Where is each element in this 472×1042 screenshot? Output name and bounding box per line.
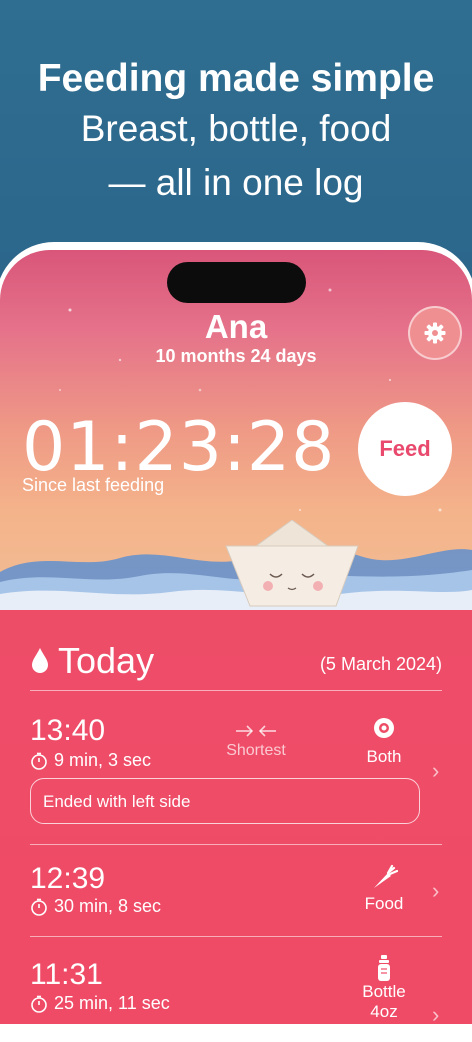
entry-duration-text: 9 min, 3 sec: [54, 750, 152, 770]
promo-headline: Feeding made simple Breast, bottle, food…: [0, 56, 472, 210]
feed-button[interactable]: Feed: [358, 402, 452, 496]
feeding-log-panel: Today (5 March 2024) 13:40 9 min, 3 sec: [0, 610, 472, 1024]
entry-type: Food: [364, 894, 404, 913]
entry-type: Both: [366, 747, 402, 766]
arrows-inward-icon: [236, 725, 276, 737]
paper-boat-illustration: [0, 520, 472, 612]
settings-button[interactable]: [408, 306, 462, 360]
timer-caption: Since last feeding: [22, 475, 165, 495]
baby-name: Ana: [204, 308, 268, 345]
entry-note[interactable]: Ended with left side: [30, 778, 420, 824]
chevron-right-icon: ›: [432, 758, 440, 783]
stopwatch-icon: [31, 898, 47, 916]
entry-duration: 30 min, 8 sec: [30, 896, 161, 917]
drop-icon: [32, 648, 48, 673]
stopwatch-icon: [31, 752, 47, 770]
entry-duration-text: 30 min, 8 sec: [54, 896, 162, 916]
stopwatch-icon: [31, 995, 47, 1013]
chevron-right-icon: ›: [432, 1002, 440, 1024]
carrot-icon: [374, 864, 398, 888]
divider: [30, 690, 442, 691]
target-icon: [374, 718, 394, 738]
promo-line-2: — all in one log: [108, 162, 364, 203]
chevron-right-icon: ›: [432, 878, 440, 903]
entry-amount: 4oz: [370, 1002, 398, 1021]
dynamic-island: [167, 262, 306, 303]
divider: [30, 936, 442, 937]
app-screen: Ana 10 months 24 days 01:23:28 Since las…: [0, 250, 472, 1024]
promo-line-1: Breast, bottle, food: [80, 108, 392, 149]
bottle-icon: [378, 955, 390, 981]
today-header: Today (5 March 2024): [30, 640, 442, 681]
entry-duration: 25 min, 11 sec: [30, 993, 170, 1014]
entry-type: Bottle: [362, 982, 406, 1001]
entry-time: 11:31: [30, 958, 103, 991]
today-label: Today: [58, 640, 155, 681]
today-date: (5 March 2024): [319, 654, 442, 674]
gear-icon: [424, 322, 446, 344]
shortest-badge: Shortest: [226, 742, 286, 759]
entry-time: 13:40: [30, 714, 106, 747]
entry-time: 12:39: [30, 862, 106, 895]
entry-duration: 9 min, 3 sec: [30, 750, 151, 771]
promo-title: Feeding made simple: [37, 57, 435, 100]
baby-age: 10 months 24 days: [155, 346, 317, 366]
divider: [30, 844, 442, 845]
hero-header: Ana 10 months 24 days 01:23:28 Since las…: [0, 250, 472, 612]
entry-duration-text: 25 min, 11 sec: [54, 993, 170, 1013]
